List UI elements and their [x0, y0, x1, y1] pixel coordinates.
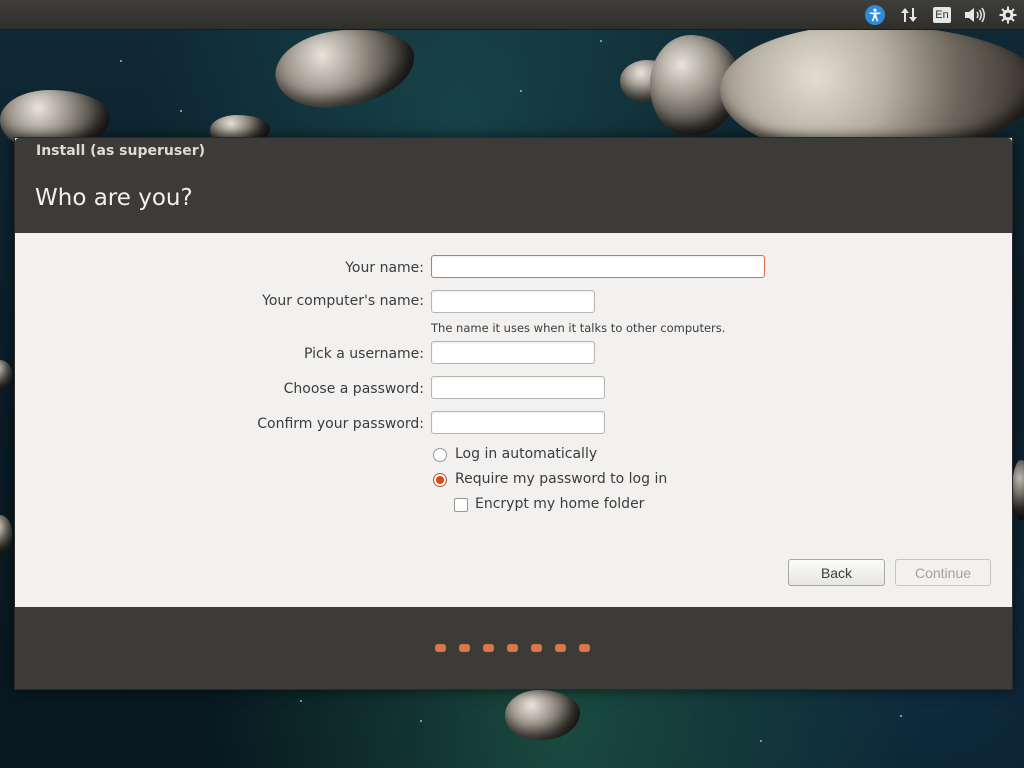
your-name-input[interactable]: [431, 255, 765, 278]
accessibility-icon[interactable]: [863, 3, 887, 26]
login-automatically-radio[interactable]: [433, 448, 447, 462]
username-input[interactable]: [431, 341, 595, 364]
your-name-label: Your name:: [345, 260, 424, 276]
page-title: Who are you?: [35, 185, 193, 211]
progress-dots: [435, 644, 603, 652]
network-icon[interactable]: [898, 3, 920, 26]
confirm-password-label: Confirm your password:: [257, 416, 424, 432]
progress-dot: [435, 644, 446, 652]
username-label: Pick a username:: [303, 346, 424, 362]
window-title: Install (as superuser): [36, 143, 205, 159]
progress-dot: [507, 644, 518, 652]
computer-name-input[interactable]: [431, 290, 595, 313]
progress-footer: [15, 607, 1012, 689]
progress-dot: [531, 644, 542, 652]
require-password-radio[interactable]: [433, 473, 447, 487]
login-automatically-label[interactable]: Log in automatically: [455, 446, 597, 462]
keyboard-layout-label: En: [933, 6, 951, 23]
settings-gear-icon[interactable]: [997, 3, 1019, 26]
back-button[interactable]: Back: [788, 559, 885, 586]
password-input[interactable]: [431, 376, 605, 399]
computer-name-label: Your computer's name:: [262, 293, 424, 309]
require-password-label[interactable]: Require my password to log in: [455, 471, 667, 487]
encrypt-home-checkbox[interactable]: [454, 498, 468, 512]
installer-window: Install (as superuser) Who are you? Your…: [14, 137, 1013, 690]
progress-dot: [555, 644, 566, 652]
confirm-password-input[interactable]: [431, 411, 605, 434]
encrypt-home-label[interactable]: Encrypt my home folder: [475, 496, 644, 512]
continue-button[interactable]: Continue: [895, 559, 991, 586]
top-panel: En: [0, 0, 1024, 30]
window-header: Install (as superuser) Who are you?: [15, 138, 1012, 233]
progress-dot: [483, 644, 494, 652]
password-label: Choose a password:: [283, 381, 424, 397]
computer-name-hint: The name it uses when it talks to other …: [431, 321, 726, 335]
keyboard-layout-icon[interactable]: En: [931, 3, 953, 26]
progress-dot: [459, 644, 470, 652]
volume-icon[interactable]: [962, 3, 988, 26]
progress-dot: [579, 644, 590, 652]
